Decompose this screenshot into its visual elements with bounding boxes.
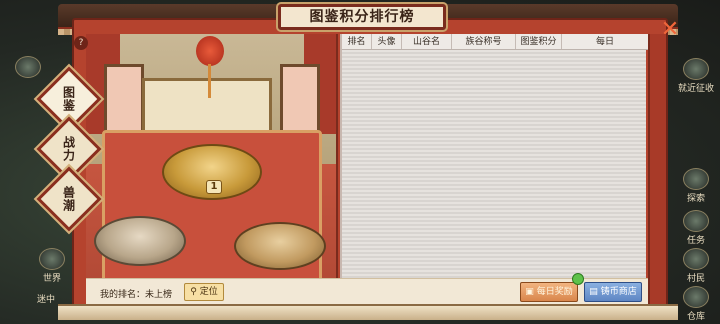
bottom-bar: 我的排名：未上榜 ⚲ 定位 ▣ 每日奖励 ▤ 铸币商店 <box>86 273 648 304</box>
villager-icon <box>683 248 709 270</box>
tab-label: 兽潮 <box>61 186 76 212</box>
warehouse-icon <box>683 286 709 308</box>
column-header-avatar: 头像 <box>372 34 402 49</box>
help-icon[interactable]: ? <box>74 36 88 50</box>
daily-reward-button[interactable]: ▣ 每日奖励 <box>520 282 578 302</box>
table-header: 排名 头像 山谷名 族谷称号 图鉴积分 每日 <box>342 34 648 50</box>
ranking-table[interactable]: 排名 头像 山谷名 族谷称号 图鉴积分 每日 <box>340 34 648 278</box>
world-icon <box>39 248 65 270</box>
second-place-pedestal <box>94 216 186 266</box>
side-item-task[interactable]: 任务 <box>674 210 718 246</box>
panel-title: 图鉴积分排行榜 <box>278 4 446 30</box>
column-header-rank: 排名 <box>342 34 372 49</box>
side-item-explore[interactable]: 探索 <box>674 168 718 204</box>
lantern-tassel <box>208 64 211 98</box>
column-header-clan-title: 族谷称号 <box>452 34 516 49</box>
coin-shop-label: 铸币商店 <box>600 287 637 297</box>
column-header-collection-score: 图鉴积分 <box>516 34 562 49</box>
side-item-label: 探索 <box>686 194 705 204</box>
side-item-world[interactable]: 世界 <box>30 248 74 284</box>
my-rank-text: 我的排名：未上榜 <box>100 290 173 300</box>
coin-shop-button[interactable]: ▤ 铸币商店 <box>584 282 642 302</box>
first-place-marker: 1 <box>206 180 222 194</box>
gift-icon: ▣ <box>525 287 534 297</box>
collect-icon <box>683 58 709 80</box>
panel-base <box>58 304 678 320</box>
side-item-label: 世界 <box>42 274 61 284</box>
side-item-label: 村民 <box>686 274 705 284</box>
side-item-villager[interactable]: 村民 <box>674 248 718 284</box>
side-item-warehouse[interactable]: 仓库 <box>674 286 718 322</box>
side-item-label: 就近征收 <box>677 84 714 94</box>
side-item-label: 迷中 <box>36 295 55 305</box>
menu-icon <box>15 56 41 78</box>
shop-icon: ▤ <box>589 287 598 297</box>
daily-reward-label: 每日奖励 <box>536 287 573 297</box>
locate-button[interactable]: ⚲ 定位 <box>184 283 224 301</box>
locate-label: 定位 <box>199 287 218 297</box>
side-item-collect[interactable]: 就近征收 <box>674 58 718 94</box>
location-pin-icon: ⚲ <box>190 287 197 297</box>
task-icon <box>683 210 709 232</box>
tab-label: 图鉴 <box>61 86 76 112</box>
column-header-valley-name: 山谷名 <box>402 34 452 49</box>
podium-scene: 1 <box>86 34 338 278</box>
side-item-left-0[interactable] <box>6 56 50 79</box>
lantern-icon <box>196 36 224 66</box>
side-item-label: 仓库 <box>686 312 705 322</box>
right-frame <box>648 34 666 304</box>
tab-label: 战力 <box>61 136 76 162</box>
explore-icon <box>683 168 709 190</box>
side-item-label: 任务 <box>686 236 705 246</box>
column-header-daily: 每日 <box>595 37 614 47</box>
notification-dot <box>572 273 584 285</box>
third-place-pedestal <box>234 222 326 270</box>
first-place-pedestal: 1 <box>162 144 262 200</box>
